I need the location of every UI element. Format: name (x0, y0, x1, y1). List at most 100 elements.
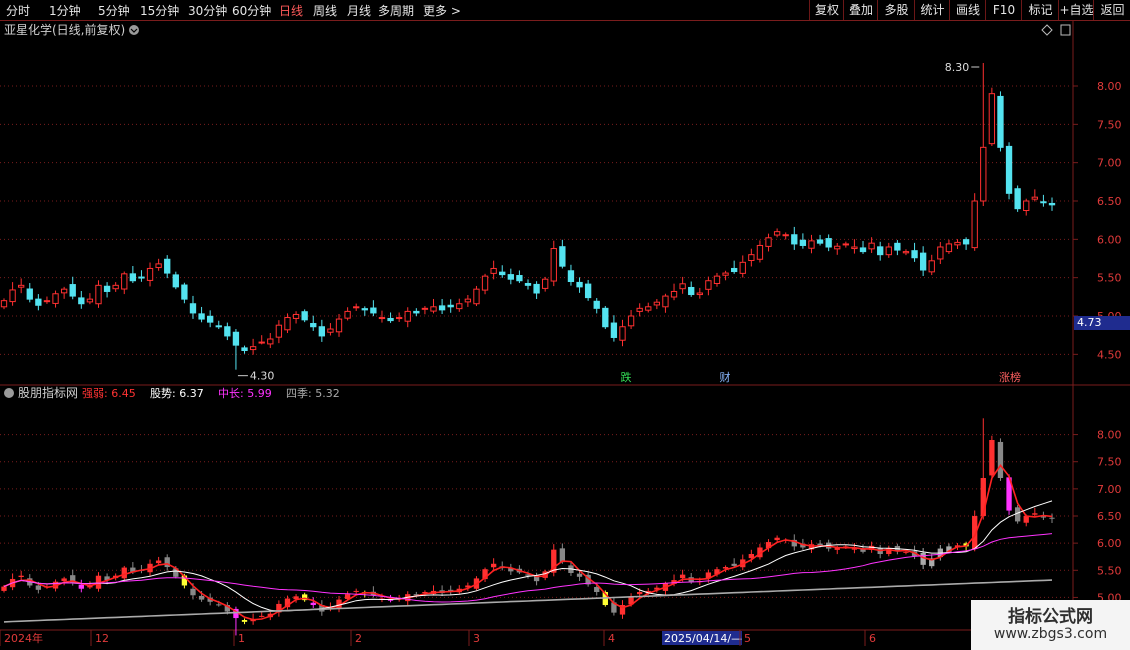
candle-body-97 (834, 245, 841, 250)
ind-body-122 (1049, 517, 1055, 519)
ind-body-119 (1023, 516, 1029, 523)
candle-body-85 (731, 267, 738, 273)
candle-body-29 (249, 346, 257, 351)
date-label-7: 5 (744, 632, 751, 645)
main-tick-label-7: 8.00 (1097, 80, 1122, 93)
candle-body-9 (78, 297, 85, 305)
candle-body-52 (447, 304, 454, 308)
main-tick-label-3: 6.00 (1097, 233, 1122, 246)
ind-body-2 (18, 575, 24, 578)
ind-body-18 (155, 560, 162, 564)
candle-body-24 (207, 315, 214, 323)
candle-body-65 (559, 246, 566, 267)
candle-body-12 (103, 285, 111, 292)
candle-body-70 (602, 307, 609, 328)
event-tag-0: 跌 (621, 370, 632, 384)
candle-body-3 (26, 288, 33, 300)
candle-body-4 (35, 298, 42, 306)
candle-body-38 (327, 328, 334, 333)
candle-body-30 (258, 341, 265, 344)
ind-body-105 (903, 551, 909, 553)
candle-body-20 (172, 274, 179, 288)
candle-body-101 (868, 242, 875, 250)
candle-body-103 (885, 246, 892, 256)
candle-body-44 (378, 317, 386, 320)
ind-tick-label-6: 8.00 (1097, 429, 1122, 442)
candle-body-15 (129, 273, 137, 282)
ind-body-22 (190, 588, 196, 596)
ma-siji-line (3, 579, 1053, 623)
chart-canvas[interactable]: 4.505.005.506.006.507.007.508.005.005.50… (0, 0, 1130, 650)
candle-body-80 (688, 286, 695, 296)
candle-body-18 (155, 263, 162, 269)
candle-body-99 (851, 246, 858, 250)
candle-body-82 (705, 280, 712, 290)
candle-body-115 (988, 93, 996, 145)
candle-body-112 (962, 239, 970, 245)
candle-body-62 (533, 283, 540, 294)
candle-body-39 (335, 318, 343, 333)
candle-body-100 (859, 247, 867, 253)
ind-tick-label-1: 5.50 (1097, 564, 1122, 577)
main-tick-label-2: 5.50 (1097, 272, 1122, 285)
candle-body-6 (52, 293, 59, 304)
candle-body-93 (799, 239, 807, 246)
candle-body-2 (18, 284, 25, 288)
candle-body-94 (808, 240, 815, 249)
candle-body-92 (791, 234, 798, 245)
date-label-2: 1 (238, 632, 245, 645)
candle-body-121 (1040, 201, 1047, 204)
main-tick-label-0: 4.50 (1097, 348, 1122, 361)
selected-date-label: 2025/04/14/— (664, 632, 742, 645)
indicator-legend-1: 股势: 6.37 (150, 387, 204, 400)
candle-body-83 (713, 275, 721, 284)
ind-tick-label-3: 6.50 (1097, 510, 1122, 523)
candle-body-35 (301, 311, 308, 321)
candle-body-41 (353, 306, 360, 309)
candle-body-117 (1005, 145, 1013, 194)
candle-body-14 (121, 273, 128, 290)
candle-body-116 (997, 95, 1004, 148)
ind-tick-label-2: 6.00 (1097, 537, 1122, 550)
main-tick-label-5: 7.00 (1097, 157, 1122, 170)
candle-body-88 (756, 244, 764, 260)
indicator-legend-3: 四季: 5.32 (286, 387, 340, 400)
ind-body-23 (198, 595, 205, 600)
candle-body-43 (370, 307, 377, 314)
indicator-dropdown-icon (4, 388, 14, 398)
high-price-label: 8.30 (945, 61, 970, 74)
ind-body-7 (61, 578, 67, 582)
candle-body-73 (627, 315, 635, 327)
candle-body-78 (670, 290, 678, 298)
candle-body-109 (937, 246, 944, 260)
candle-body-111 (954, 241, 961, 246)
candle-body-34 (292, 313, 300, 319)
candle-body-60 (516, 275, 523, 282)
candle-body-86 (739, 261, 746, 274)
candle-body-25 (215, 325, 222, 328)
candle-body-110 (945, 243, 953, 253)
ind-body-4 (35, 585, 42, 590)
candle-body-102 (877, 246, 884, 256)
ind-body-90 (774, 537, 780, 541)
candle-body-56 (481, 275, 489, 291)
candle-body-66 (567, 270, 575, 282)
ind-body-30 (259, 615, 265, 617)
candle-body-13 (112, 284, 119, 290)
event-tag-1: 财 (720, 370, 731, 384)
date-label-8: 6 (869, 632, 876, 645)
candle-body-54 (464, 298, 472, 303)
candle-body-48 (413, 310, 420, 314)
candle-body-37 (318, 326, 325, 337)
ind-body-25 (216, 604, 222, 606)
candle-body-28 (241, 347, 248, 352)
ind-body-116 (997, 441, 1004, 478)
candle-body-53 (456, 303, 463, 310)
candle-body-79 (679, 283, 686, 290)
candle-body-106 (911, 250, 918, 259)
candle-body-46 (395, 317, 403, 320)
ind-body-28 (241, 620, 248, 622)
candle-body-119 (1023, 200, 1030, 212)
ind-body-120 (1032, 513, 1038, 515)
candle-body-76 (653, 301, 661, 306)
